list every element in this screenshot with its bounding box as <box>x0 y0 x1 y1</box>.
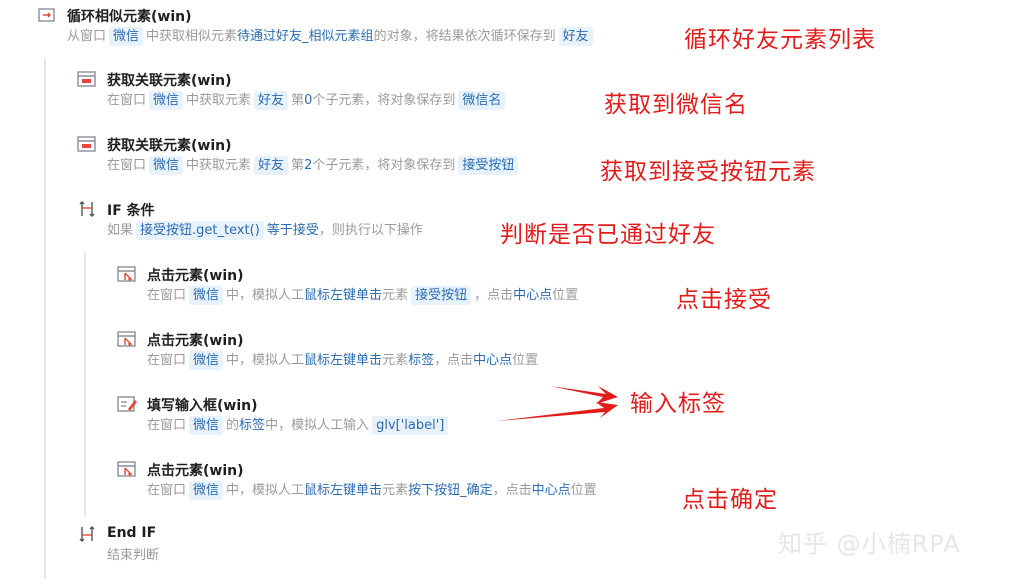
annotation-arrows <box>497 386 618 421</box>
arrow-lower <box>497 402 618 421</box>
arrow-upper <box>550 386 618 404</box>
watermark: 知乎 @小楠RPA <box>778 530 961 558</box>
